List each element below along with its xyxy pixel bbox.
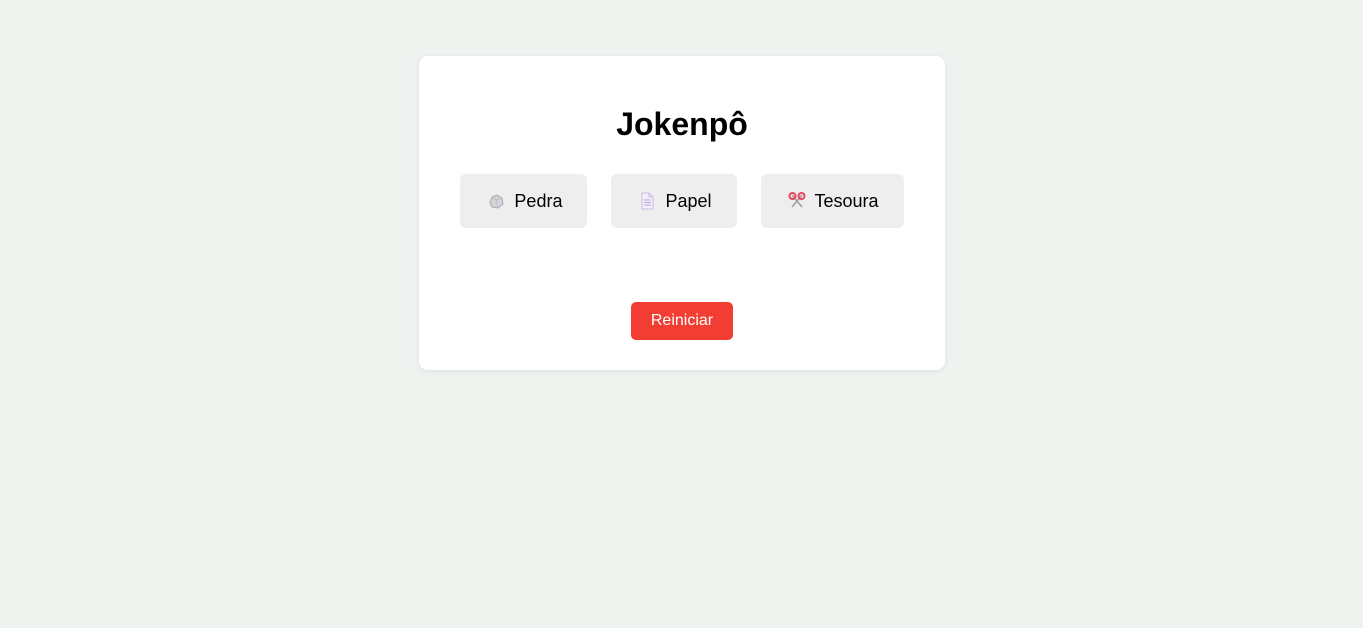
game-card: Jokenpô Pedra Papel Tesoura Reiniciar (419, 56, 945, 370)
rock-icon (487, 192, 505, 210)
scissors-button[interactable]: Tesoura (760, 174, 904, 228)
rock-button[interactable]: Pedra (460, 174, 588, 228)
paper-button[interactable]: Papel (611, 174, 737, 228)
paper-button-label: Papel (665, 190, 712, 211)
reset-button[interactable]: Reiniciar (631, 302, 733, 340)
paper-icon (638, 192, 656, 210)
page-title: Jokenpô (616, 106, 748, 142)
choice-buttons: Pedra Papel Tesoura (419, 174, 945, 228)
scissors-icon (788, 192, 806, 210)
scissors-button-label: Tesoura (814, 190, 879, 211)
rock-button-label: Pedra (514, 190, 563, 211)
